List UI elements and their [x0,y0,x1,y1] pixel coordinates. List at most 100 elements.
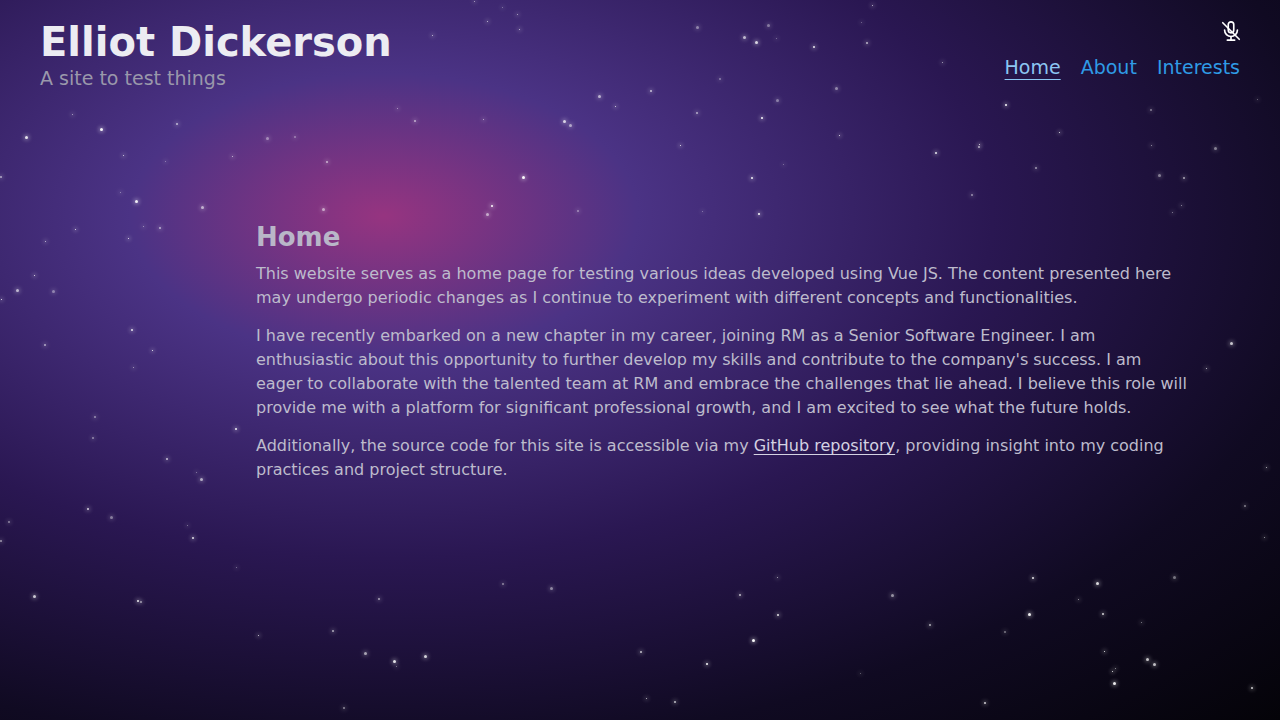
star [396,666,397,667]
star [984,702,986,704]
star [483,119,484,120]
star [1264,537,1265,538]
star [196,472,197,473]
site-header: Elliot Dickerson A site to test things H… [0,0,1280,90]
star [1141,622,1142,623]
star [1151,145,1152,146]
star [1035,167,1037,169]
star [776,99,779,102]
star [935,152,937,154]
header-right: Home About Interests [1005,18,1240,80]
star [751,177,753,179]
star [1251,687,1253,689]
star [322,208,325,211]
github-link[interactable]: GitHub repository [754,436,895,455]
star [1266,467,1267,468]
star [33,595,36,598]
star [872,5,873,6]
star [414,120,416,122]
star [502,583,504,585]
star [767,24,770,27]
star [502,7,503,8]
star [45,241,46,242]
star [135,200,138,203]
star [491,205,493,207]
star [8,521,10,523]
star [776,38,777,39]
star [1244,505,1246,507]
star [140,601,142,603]
star [52,290,55,293]
star [719,78,721,80]
star [166,458,168,460]
star [752,639,755,642]
nav-link[interactable]: Home [1005,54,1061,80]
star [200,478,203,481]
microphone-button[interactable] [1218,18,1244,44]
star [343,707,345,709]
star [133,367,134,368]
star [1059,132,1060,133]
star [474,1,475,2]
star [487,21,488,22]
star [577,210,579,212]
paragraph: I have recently embarked on a new chapte… [256,324,1190,420]
star [232,156,233,157]
star [813,46,815,48]
star [432,35,433,36]
star [971,194,973,196]
star [1257,99,1258,100]
site-title: Elliot Dickerson [40,18,392,66]
star [1,299,2,300]
star [1112,671,1113,672]
paragraph: This website serves as a home page for t… [256,262,1190,310]
star [696,112,698,114]
star [137,600,139,602]
paragraph-text: Additionally, the source code for this s… [256,436,754,455]
star [777,577,778,578]
star [929,624,931,626]
star [550,587,553,590]
star [94,416,96,418]
star [758,213,760,215]
star [761,117,763,119]
nav-link[interactable]: About [1081,54,1137,80]
star [201,206,204,209]
star [1230,342,1233,345]
star [1206,368,1207,369]
star [165,161,166,162]
star [1181,205,1182,206]
page: Elliot Dickerson A site to test things H… [0,0,1280,720]
star [187,525,188,526]
star [120,192,121,193]
star [1146,658,1149,661]
star [92,437,94,439]
paragraph: Additionally, the source code for this s… [256,434,1190,482]
star [522,176,525,179]
star [393,660,396,663]
star [517,14,518,15]
star [424,655,427,658]
star [978,146,980,148]
star [706,663,708,665]
star [364,652,367,655]
star [1004,631,1006,633]
nav-link[interactable]: Interests [1157,54,1240,80]
star [891,594,894,597]
star [1028,613,1031,616]
star [680,145,681,146]
star [979,144,980,145]
star [519,29,520,30]
star [192,537,194,539]
star [326,161,328,163]
star [143,226,144,227]
star [378,598,380,600]
star [100,128,103,131]
content-body: This website serves as a home page for t… [256,262,1190,482]
star [332,630,334,632]
branding: Elliot Dickerson A site to test things [40,18,392,90]
star [486,213,489,216]
star [1173,576,1176,579]
star [159,227,161,229]
star [563,120,566,123]
